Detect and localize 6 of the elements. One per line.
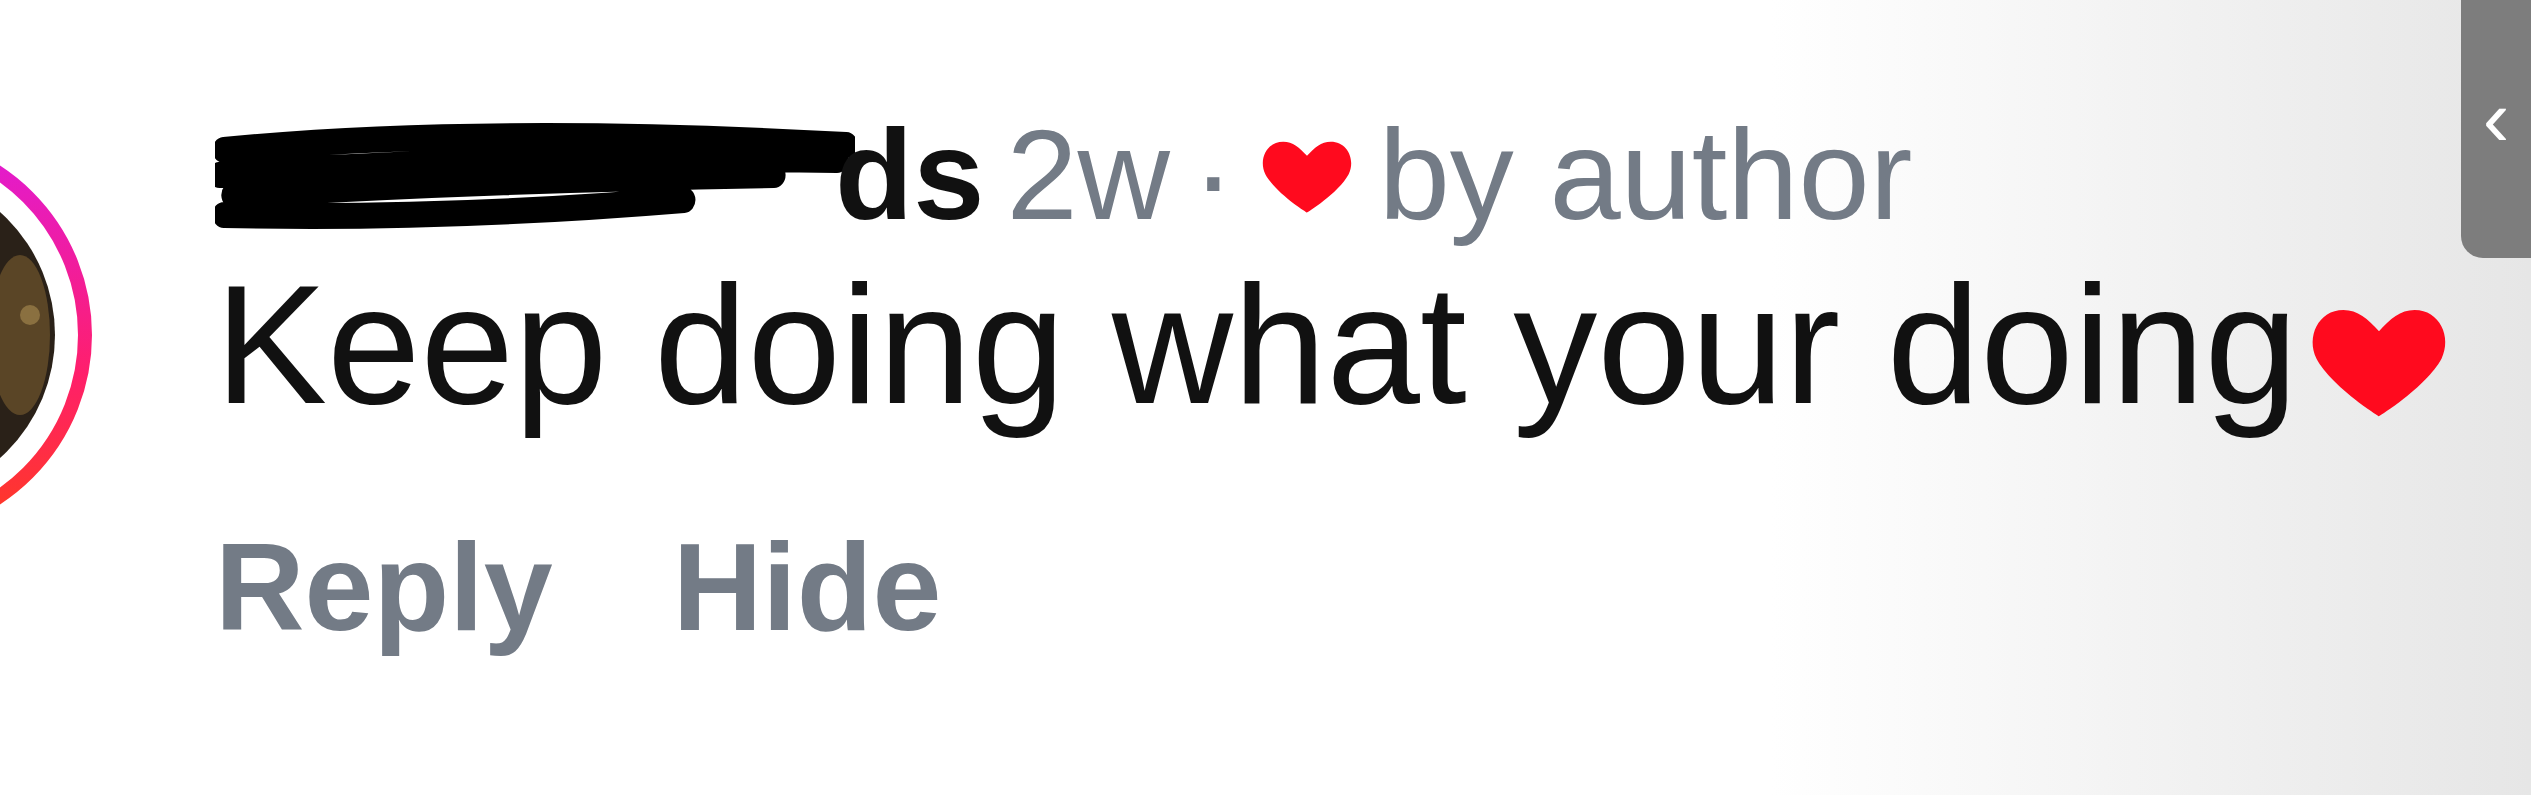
comment-time: 2w — [1006, 102, 1170, 248]
action-link[interactable]: Reply — [215, 510, 553, 665]
liked-label: by author — [1378, 102, 1913, 248]
action-link[interactable]: Hide — [672, 510, 942, 665]
side-tab[interactable]: ‹ — [2461, 0, 2531, 258]
separator: · — [1192, 102, 1235, 248]
